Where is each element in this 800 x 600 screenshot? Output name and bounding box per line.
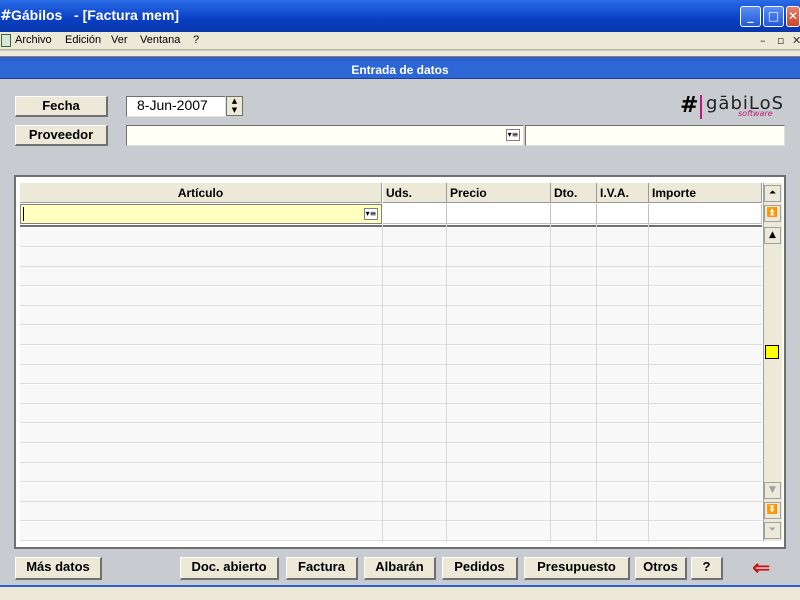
table-row[interactable]: [20, 443, 762, 463]
spin-down-icon[interactable]: ▼: [227, 106, 242, 115]
precio-input[interactable]: [447, 204, 551, 224]
mdi-restore-button[interactable]: ▫: [777, 34, 784, 47]
table-row[interactable]: [20, 384, 762, 404]
table-row[interactable]: [20, 404, 762, 424]
menu-bar: Archivo Edición Ver Ventana ? – ▫ ✕: [0, 32, 800, 50]
title-bar: # Gábilos - [Factura mem] _ □ ✕: [0, 0, 800, 32]
grid-divider: [446, 224, 447, 542]
window-title: Gábilos - [Factura mem]: [11, 7, 180, 23]
maximize-button[interactable]: □: [763, 6, 784, 27]
hash-icon[interactable]: #: [0, 8, 12, 24]
table-row[interactable]: [20, 228, 762, 247]
text-cursor: [23, 207, 24, 221]
table-row[interactable]: [20, 267, 762, 287]
grid-divider: [648, 224, 649, 542]
scroll-bottom-icon[interactable]: ⏷: [764, 522, 781, 539]
minimize-button[interactable]: _: [740, 6, 761, 27]
pedidos-button[interactable]: Pedidos: [442, 557, 518, 580]
scroll-page-down-icon[interactable]: ⏬: [764, 502, 781, 519]
grid-divider: [382, 224, 383, 542]
scroll-page-up-icon[interactable]: ⏫: [764, 205, 781, 222]
iva-input[interactable]: [597, 204, 649, 224]
logo-hash-icon: #: [680, 93, 699, 118]
table-row[interactable]: [20, 463, 762, 483]
dto-input[interactable]: [551, 204, 597, 224]
scroll-top-icon[interactable]: ⏶: [764, 185, 781, 202]
table-row[interactable]: [20, 365, 762, 385]
proveedor-name-field: [525, 125, 785, 146]
close-button[interactable]: ✕: [786, 6, 800, 27]
col-dto[interactable]: Dto.: [551, 183, 597, 203]
col-articulo[interactable]: Artículo: [20, 183, 382, 203]
grid-divider: [596, 224, 597, 542]
scroll-thumb[interactable]: [765, 345, 779, 359]
articulo-lookup-icon[interactable]: ▾≡: [364, 208, 378, 220]
col-uds[interactable]: Uds.: [383, 183, 447, 203]
proveedor-button[interactable]: Proveedor: [15, 125, 108, 146]
table-row[interactable]: [20, 482, 762, 502]
importe-input[interactable]: [649, 204, 762, 224]
factura-button[interactable]: Factura: [286, 557, 358, 580]
uds-input[interactable]: [383, 204, 447, 224]
fecha-value: 8-Jun-2007: [137, 97, 208, 113]
menu-ventana[interactable]: Ventana: [140, 34, 180, 46]
spin-up-icon[interactable]: ▲: [227, 97, 242, 106]
mdi-minimize-button[interactable]: –: [760, 34, 766, 47]
status-strip: [0, 585, 800, 600]
presupuesto-button[interactable]: Presupuesto: [524, 557, 630, 580]
albaran-button[interactable]: Albarán: [364, 557, 436, 580]
table-row[interactable]: [20, 345, 762, 365]
table-row[interactable]: [20, 522, 762, 541]
scroll-down-icon[interactable]: ▼: [764, 482, 781, 499]
col-importe[interactable]: Importe: [649, 183, 762, 203]
proveedor-field[interactable]: [126, 125, 524, 146]
section-title: Entrada de datos: [0, 61, 800, 79]
table-row[interactable]: [20, 424, 762, 443]
table-row[interactable]: [20, 286, 762, 306]
table-row[interactable]: [20, 306, 762, 326]
table-row[interactable]: [20, 326, 762, 345]
mdi-close-button[interactable]: ✕: [792, 34, 800, 47]
exit-arrow-icon[interactable]: ⇐: [752, 558, 786, 580]
lookup-icon[interactable]: ▾≡: [506, 129, 520, 141]
logo-sub: software: [738, 109, 773, 118]
scroll-up-icon[interactable]: ▲: [764, 227, 781, 244]
grid-divider: [550, 224, 551, 542]
mas-datos-button[interactable]: Más datos: [15, 557, 102, 580]
table-row[interactable]: [20, 502, 762, 522]
date-spinner[interactable]: ▲ ▼: [226, 96, 243, 116]
logo-bar: [700, 95, 702, 119]
menu-help[interactable]: ?: [193, 34, 199, 46]
menu-ver[interactable]: Ver: [111, 34, 128, 46]
document-icon[interactable]: [1, 34, 11, 47]
col-iva[interactable]: I.V.A.: [597, 183, 649, 203]
menu-edicion[interactable]: Edición: [65, 34, 101, 46]
otros-button[interactable]: Otros: [635, 557, 687, 580]
fecha-button[interactable]: Fecha: [15, 96, 108, 117]
menu-archivo[interactable]: Archivo: [15, 34, 52, 46]
col-precio[interactable]: Precio: [447, 183, 551, 203]
table-row[interactable]: [20, 247, 762, 267]
articulo-input[interactable]: [20, 204, 382, 224]
help-button[interactable]: ?: [691, 557, 723, 580]
entry-separator: [20, 225, 762, 227]
doc-abierto-button[interactable]: Doc. abierto: [180, 557, 279, 580]
